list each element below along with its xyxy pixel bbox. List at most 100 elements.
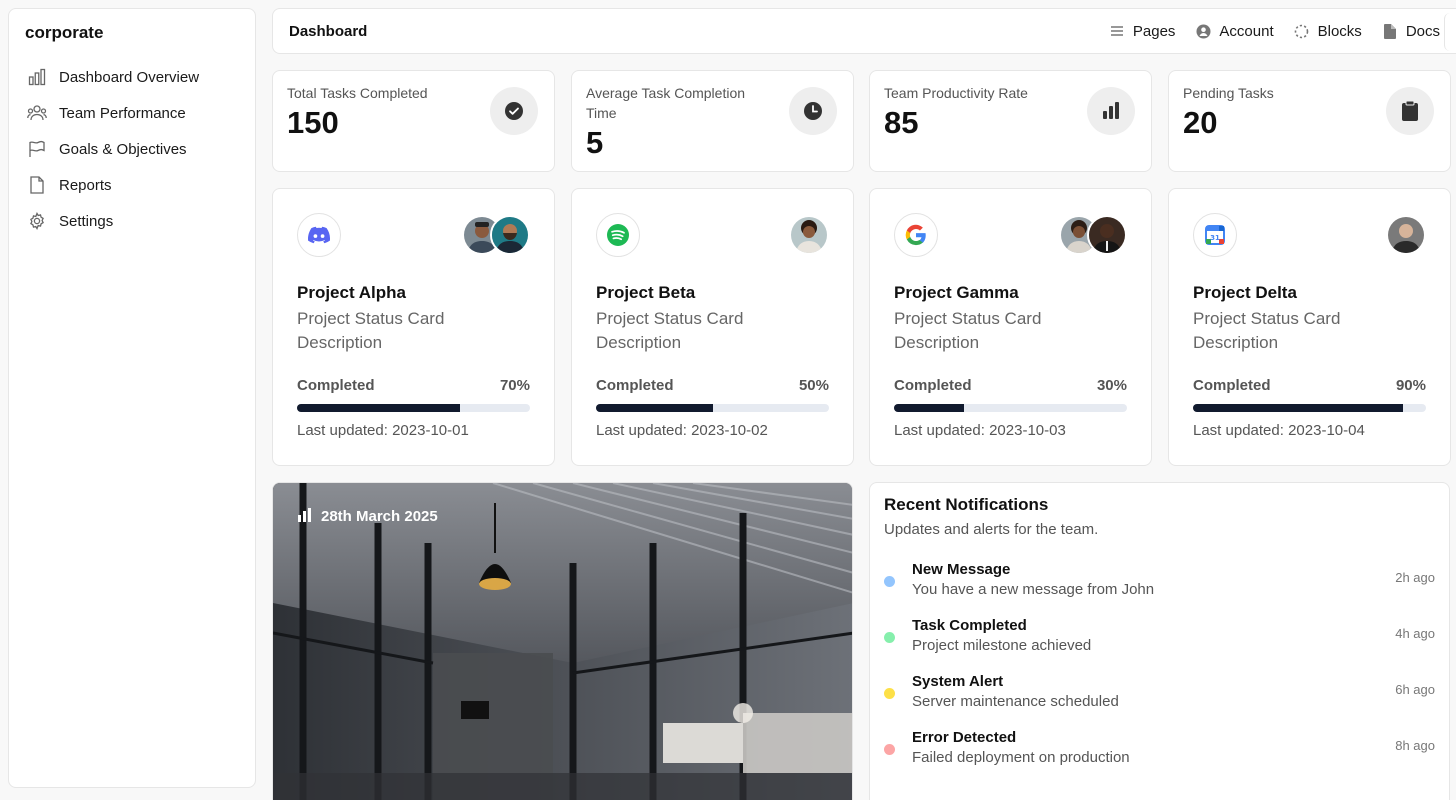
sidebar-item-label: Reports (59, 176, 112, 194)
status-dot (884, 688, 895, 699)
notification-time: 4h ago (1395, 626, 1435, 641)
notifications-panel: Recent Notifications Updates and alerts … (869, 482, 1450, 800)
hero-date: 28th March 2025 (321, 507, 438, 525)
hero-image-card[interactable]: 28th March 2025 (272, 482, 853, 800)
office-photo (273, 483, 852, 800)
progress-percent: 70% (499, 377, 530, 394)
discord-logo-icon (297, 213, 341, 257)
project-card[interactable]: 31 Project Delta Project Status Card Des… (1168, 188, 1451, 466)
progress-header: Completed 30% (894, 377, 1127, 394)
notification-description: Failed deployment on production (912, 749, 1130, 766)
project-name: Project Delta (1193, 283, 1297, 302)
google-calendar-logo-icon: 31 (1193, 213, 1237, 257)
stat-card-pending: Pending Tasks 20 (1168, 70, 1451, 172)
avatar[interactable] (789, 215, 829, 255)
progress-bar (894, 404, 1127, 412)
sidebar-item-team-performance[interactable]: Team Performance (25, 95, 239, 131)
project-description: Project Status Card Description (1193, 309, 1341, 352)
date-badge: 28th March 2025 (297, 507, 438, 525)
spotify-logo-icon (596, 213, 640, 257)
progress-fill (1193, 404, 1403, 412)
notification-item[interactable]: Task Completed Project milestone achieve… (884, 616, 1435, 672)
notification-list: New Message You have a new message from … (884, 560, 1435, 784)
scroll-edge (1444, 13, 1456, 51)
nav-pages[interactable]: Pages (1109, 22, 1176, 40)
progress-percent: 90% (1395, 377, 1426, 394)
notification-description: Project milestone achieved (912, 637, 1092, 654)
sidebar-item-label: Dashboard Overview (59, 68, 200, 86)
progress-fill (596, 404, 713, 412)
last-updated: Last updated: 2023-10-03 (894, 422, 1066, 439)
notification-item[interactable]: New Message You have a new message from … (884, 560, 1435, 616)
project-card[interactable]: Project Alpha Project Status Card Descri… (272, 188, 555, 466)
progress-percent: 30% (1096, 377, 1127, 394)
progress-percent: 50% (798, 377, 829, 394)
project-card[interactable]: Project Beta Project Status Card Descrip… (571, 188, 854, 466)
nav-account[interactable]: Account (1195, 22, 1274, 40)
sidebar-item-reports[interactable]: Reports (25, 167, 239, 203)
notification-description: You have a new message from John (912, 581, 1155, 598)
sidebar: corporate Dashboard Overview Team Perfor… (8, 8, 256, 788)
status-label: Completed (297, 377, 375, 394)
stat-label: Total Tasks Completed (287, 85, 428, 101)
dotted-circle-icon (1294, 23, 1310, 39)
nav-label: Pages (1132, 22, 1176, 40)
sidebar-item-goals-objectives[interactable]: Goals & Objectives (25, 131, 239, 167)
user-circle-icon (1195, 23, 1211, 39)
avatar-group (1059, 215, 1127, 255)
sidebar-item-dashboard-overview[interactable]: Dashboard Overview (25, 59, 239, 95)
clipboard-icon (1386, 87, 1434, 135)
sidebar-item-label: Settings (59, 212, 114, 230)
bar-chart-icon (27, 67, 47, 87)
nav-label: Docs (1405, 22, 1440, 40)
notification-description: Server maintenance scheduled (912, 693, 1119, 710)
notification-item[interactable]: Error Detected Failed deployment on prod… (884, 728, 1435, 784)
nav-docs[interactable]: Docs (1382, 23, 1440, 40)
nav-blocks[interactable]: Blocks (1294, 23, 1362, 40)
avatar[interactable] (490, 215, 530, 255)
menu-lines-icon (1109, 23, 1125, 39)
bar-chart-icon (297, 507, 315, 525)
notification-title: Task Completed (912, 617, 1027, 634)
users-icon (27, 103, 47, 123)
top-bar: Dashboard Pages Account Blocks Docs (272, 8, 1456, 54)
project-description: Project Status Card Description (894, 309, 1042, 352)
status-dot (884, 576, 895, 587)
status-dot (884, 632, 895, 643)
status-label: Completed (596, 377, 674, 394)
sidebar-item-settings[interactable]: Settings (25, 203, 239, 239)
project-name: Project Gamma (894, 283, 1019, 302)
sidebar-item-label: Team Performance (59, 104, 186, 122)
clock-icon (789, 87, 837, 135)
page-title: Dashboard (289, 22, 368, 40)
nav-label: Blocks (1317, 22, 1362, 40)
notification-time: 8h ago (1395, 738, 1435, 753)
stat-label: Team Productivity Rate (884, 85, 1028, 101)
avatar[interactable] (1386, 215, 1426, 255)
nav-label: Account (1219, 22, 1274, 40)
progress-fill (297, 404, 461, 412)
avatar[interactable] (1087, 215, 1127, 255)
avatar-group (789, 215, 829, 255)
progress-header: Completed 70% (297, 377, 530, 394)
sidebar-item-label: Goals & Objectives (59, 140, 187, 158)
brand-name[interactable]: corporate (25, 23, 239, 43)
project-card[interactable]: Project Gamma Project Status Card Descri… (869, 188, 1152, 466)
status-label: Completed (1193, 377, 1271, 394)
notification-title: Error Detected (912, 729, 1017, 746)
gear-icon (27, 211, 47, 231)
progress-header: Completed 90% (1193, 377, 1426, 394)
progress-header: Completed 50% (596, 377, 829, 394)
svg-text:31: 31 (1210, 234, 1220, 242)
stat-label: Pending Tasks (1183, 85, 1274, 101)
last-updated: Last updated: 2023-10-04 (1193, 422, 1365, 439)
last-updated: Last updated: 2023-10-01 (297, 422, 469, 439)
notifications-title: Recent Notifications (884, 495, 1049, 514)
progress-bar (1193, 404, 1426, 412)
bar-chart-icon (1087, 87, 1135, 135)
notification-time: 2h ago (1395, 570, 1435, 585)
notification-item[interactable]: System Alert Server maintenance schedule… (884, 672, 1435, 728)
document-icon (1382, 23, 1398, 39)
last-updated: Last updated: 2023-10-02 (596, 422, 768, 439)
status-label: Completed (894, 377, 972, 394)
